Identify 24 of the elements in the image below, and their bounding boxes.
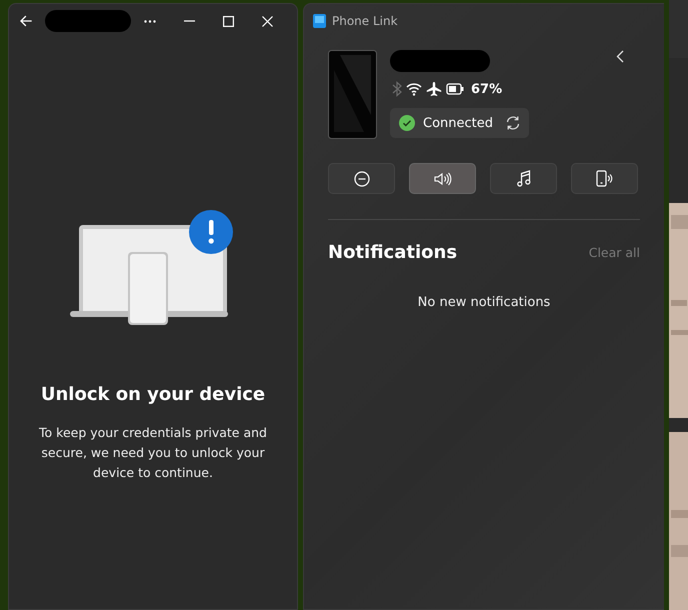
empty-message: No new notifications — [416, 295, 552, 310]
minimize-icon[interactable] — [184, 20, 195, 22]
clear-all-button[interactable]: Clear all — [588, 245, 640, 260]
phone-audio-button[interactable] — [571, 163, 638, 194]
more-icon[interactable] — [144, 20, 156, 22]
notifications-heading: Notifications — [328, 242, 458, 263]
refresh-icon[interactable] — [505, 115, 521, 131]
battery-percentage: 67% — [471, 82, 502, 96]
music-note-icon — [516, 170, 530, 187]
speaker-icon — [434, 172, 452, 186]
maximize-icon[interactable] — [222, 16, 234, 26]
connection-label: Connected — [423, 116, 494, 130]
do-not-disturb-icon — [354, 170, 370, 186]
unlock-heading: Unlock on your device — [40, 384, 266, 405]
phone-audio-icon — [596, 170, 613, 187]
app-title: Phone Link — [332, 14, 398, 28]
chevron-left-icon[interactable] — [616, 50, 624, 62]
close-icon[interactable] — [262, 16, 273, 26]
do-not-disturb-button[interactable] — [328, 163, 395, 194]
unlock-message: To keep your credentials private and secure, we need you to unlock your device to continue. — [38, 424, 268, 482]
music-button[interactable] — [490, 163, 557, 194]
app-icon — [313, 14, 326, 28]
sound-button[interactable] — [409, 163, 476, 194]
back-icon[interactable] — [19, 14, 33, 28]
